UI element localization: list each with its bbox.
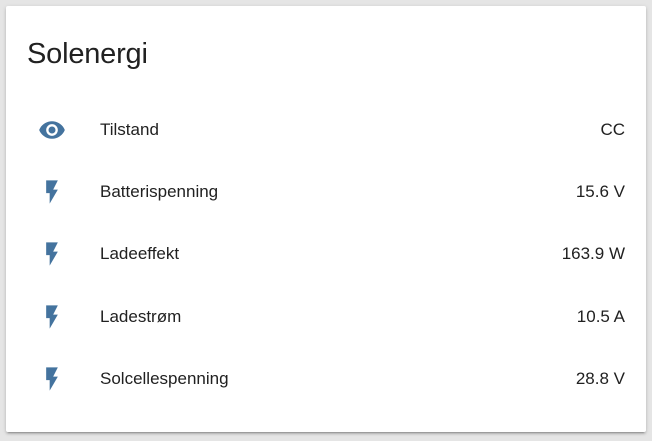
- entity-name: Ladestrøm: [100, 307, 182, 326]
- entity-row-tilstand[interactable]: Tilstand CC: [6, 110, 646, 150]
- entity-state: CC: [600, 120, 625, 139]
- entity-state: 163.9 W: [561, 244, 625, 263]
- flash-icon: [36, 297, 68, 337]
- entity-name: Batterispenning: [100, 182, 219, 201]
- flash-icon: [36, 172, 68, 212]
- entity-row-solcellespenning[interactable]: Solcellespenning 28.8 V: [6, 359, 646, 399]
- entity-name: Tilstand: [100, 120, 159, 139]
- entity-state: 28.8 V: [575, 369, 625, 388]
- eye-icon: [36, 110, 68, 150]
- entity-name: Solcellespenning: [100, 369, 229, 388]
- entity-row-ladestrom[interactable]: Ladestrøm 10.5 A: [6, 297, 646, 337]
- entity-state: 10.5 A: [576, 307, 625, 326]
- flash-icon: [36, 359, 68, 399]
- entity-row-ladeeffekt[interactable]: Ladeeffekt 163.9 W: [6, 234, 646, 274]
- entity-name: Ladeeffekt: [100, 244, 180, 263]
- entities-card: Solenergi Tilstand CC Batterispenning 15…: [6, 6, 646, 432]
- entity-row-batterispenning[interactable]: Batterispenning 15.6 V: [6, 172, 646, 212]
- card-title: Solenergi: [27, 38, 148, 70]
- entity-state: 15.6 V: [575, 182, 625, 201]
- flash-icon: [36, 234, 68, 274]
